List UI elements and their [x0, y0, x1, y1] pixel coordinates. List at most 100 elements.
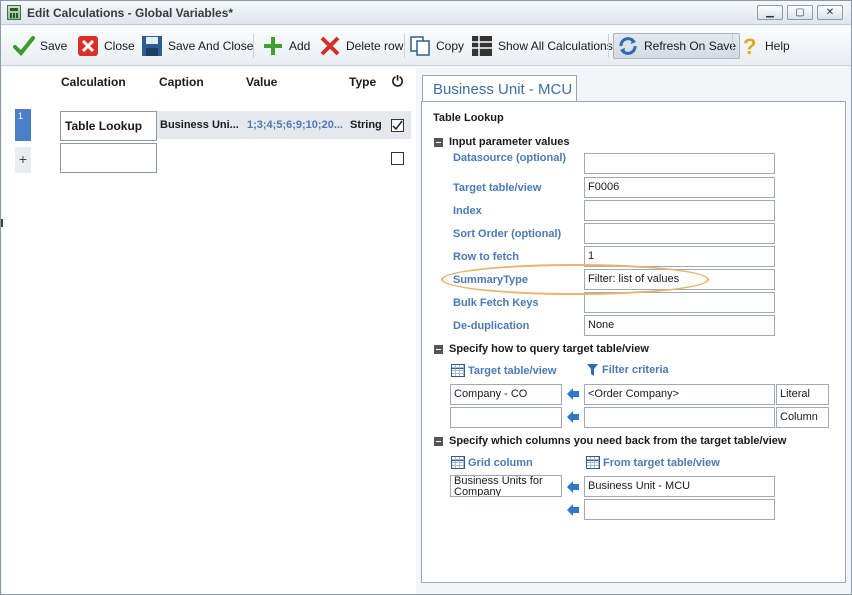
refresh-on-save-label: Refresh On Save — [644, 39, 737, 53]
close-label: Close — [104, 39, 135, 53]
query-filter-field-2[interactable] — [584, 407, 775, 428]
bulk-fetch-keys-field[interactable] — [584, 292, 775, 313]
column-header-type[interactable]: Type — [349, 75, 376, 89]
param-label-summary-type: SummaryType — [453, 274, 528, 286]
checkmark-icon — [13, 35, 35, 57]
deduplication-field[interactable]: None — [584, 315, 775, 336]
column-header-calculation[interactable]: Calculation — [61, 75, 126, 89]
collapse-icon[interactable] — [434, 344, 443, 354]
grid-list-icon — [471, 35, 493, 57]
column-header-caption[interactable]: Caption — [159, 75, 204, 89]
query-target-field-1[interactable]: Company - CO — [450, 384, 562, 405]
query-target-header: Target table/view — [451, 364, 556, 377]
refresh-icon — [617, 35, 639, 57]
toolbar-separator — [404, 34, 405, 58]
copy-icon — [409, 35, 431, 57]
close-button[interactable]: Close — [77, 33, 135, 59]
collapse-icon[interactable] — [434, 436, 443, 446]
edit-calculations-window: Edit Calculations - Global Variables* ▁ … — [0, 0, 852, 595]
param-label-row-to-fetch: Row to fetch — [453, 251, 519, 263]
toolbar-separator — [253, 34, 254, 58]
svg-text:?: ? — [743, 35, 756, 57]
param-label-datasource: Datasource (optional) — [453, 152, 567, 164]
left-arrow-icon[interactable] — [566, 387, 580, 401]
checkmark-icon — [392, 120, 403, 131]
window-title: Edit Calculations - Global Variables* — [27, 6, 234, 20]
query-section-header[interactable]: Specify how to query target table/view — [434, 343, 649, 355]
left-arrow-icon[interactable] — [566, 480, 580, 494]
add-button[interactable]: Add — [262, 33, 310, 59]
minimize-button[interactable]: ▁ — [757, 5, 783, 20]
delete-row-label: Delete row — [346, 39, 404, 53]
new-row-marker[interactable]: + — [15, 147, 31, 173]
target-table-field[interactable]: F0006 — [584, 177, 775, 198]
column-header-value[interactable]: Value — [246, 75, 277, 89]
param-label-index: Index — [453, 205, 482, 217]
query-target-field-2[interactable] — [450, 407, 562, 428]
sort-order-field[interactable] — [584, 223, 775, 244]
from-target-header: From target table/view — [586, 456, 720, 469]
caption-cell[interactable]: Business Uni... — [157, 111, 244, 139]
from-target-field-2[interactable] — [584, 499, 775, 520]
param-label-deduplication: De-duplication — [453, 320, 530, 332]
copy-button[interactable]: Copy — [409, 33, 464, 59]
query-filter-field-1[interactable]: <Order Company> — [584, 384, 775, 405]
save-button[interactable]: Save — [13, 33, 67, 59]
row-to-fetch-field[interactable]: 1 — [584, 246, 775, 267]
copy-label: Copy — [436, 39, 465, 53]
title-bar: Edit Calculations - Global Variables* ▁ … — [1, 1, 851, 25]
add-label: Add — [289, 39, 311, 53]
summary-type-field[interactable]: Filter: list of values — [584, 269, 775, 290]
help-label: Help — [765, 39, 790, 53]
plus-icon — [262, 35, 284, 57]
close-window-button[interactable]: ✕ — [817, 5, 843, 20]
datasource-field[interactable] — [584, 153, 775, 174]
calculations-grid: Calculation Caption Value Type ⏻ 1 Table… — [2, 67, 416, 594]
question-mark-icon: ? — [738, 34, 760, 59]
input-section-header[interactable]: Input parameter values — [434, 136, 569, 148]
save-label: Save — [40, 39, 68, 53]
table-icon — [586, 456, 600, 469]
grid-column-field-1[interactable]: Business Units for Company — [450, 475, 562, 497]
index-field[interactable] — [584, 200, 775, 221]
table-icon — [451, 456, 465, 469]
left-arrow-icon[interactable] — [566, 503, 580, 517]
row-selector[interactable]: 1 — [15, 109, 31, 141]
grid-column-header: Grid column — [451, 456, 533, 469]
toolbar: Save Close Save And Close Add Delete row… — [1, 26, 851, 66]
columns-section-header[interactable]: Specify which columns you need back from… — [434, 435, 786, 447]
show-all-calculations-label: Show All Calculations — [498, 39, 613, 53]
param-label-target-table: Target table/view — [453, 182, 542, 194]
type-cell[interactable]: String — [347, 111, 383, 139]
maximize-button[interactable]: ▢ — [787, 5, 813, 20]
query-kind-field-2[interactable]: Column — [776, 407, 829, 428]
calculation-cell[interactable]: Table Lookup — [60, 111, 157, 141]
tab-business-unit-mcu[interactable]: Business Unit - MCU — [422, 75, 577, 102]
calc-type-title: Table Lookup — [433, 112, 504, 124]
left-edge-marker — [1, 219, 3, 227]
value-cell[interactable]: 1;3;4;5;6;9;10;20... — [244, 111, 347, 139]
param-label-bulk-fetch-keys: Bulk Fetch Keys — [453, 297, 539, 309]
delete-x-icon — [319, 35, 341, 57]
funnel-icon — [587, 364, 598, 376]
calculator-icon — [7, 5, 21, 20]
collapse-icon[interactable] — [434, 137, 443, 147]
from-target-field-1[interactable]: Business Unit - MCU — [584, 476, 775, 497]
new-calculation-cell[interactable] — [60, 143, 157, 173]
new-row-checkbox[interactable] — [391, 152, 404, 165]
left-arrow-icon[interactable] — [566, 410, 580, 424]
close-icon — [77, 35, 99, 57]
query-kind-field-1[interactable]: Literal — [776, 384, 829, 405]
save-and-close-label: Save And Close — [168, 39, 254, 53]
delete-row-button[interactable]: Delete row — [319, 33, 403, 59]
help-button[interactable]: ? Help — [738, 33, 790, 59]
show-all-calculations-button[interactable]: Show All Calculations — [471, 33, 613, 59]
active-checkbox[interactable] — [391, 119, 404, 132]
query-filter-header: Filter criteria — [587, 364, 669, 376]
toolbar-separator — [608, 34, 609, 58]
save-and-close-button[interactable]: Save And Close — [141, 33, 253, 59]
table-icon — [451, 364, 465, 377]
refresh-on-save-button[interactable]: Refresh On Save — [613, 33, 741, 59]
toolbar-separator — [732, 34, 733, 58]
floppy-disk-icon — [141, 35, 163, 57]
